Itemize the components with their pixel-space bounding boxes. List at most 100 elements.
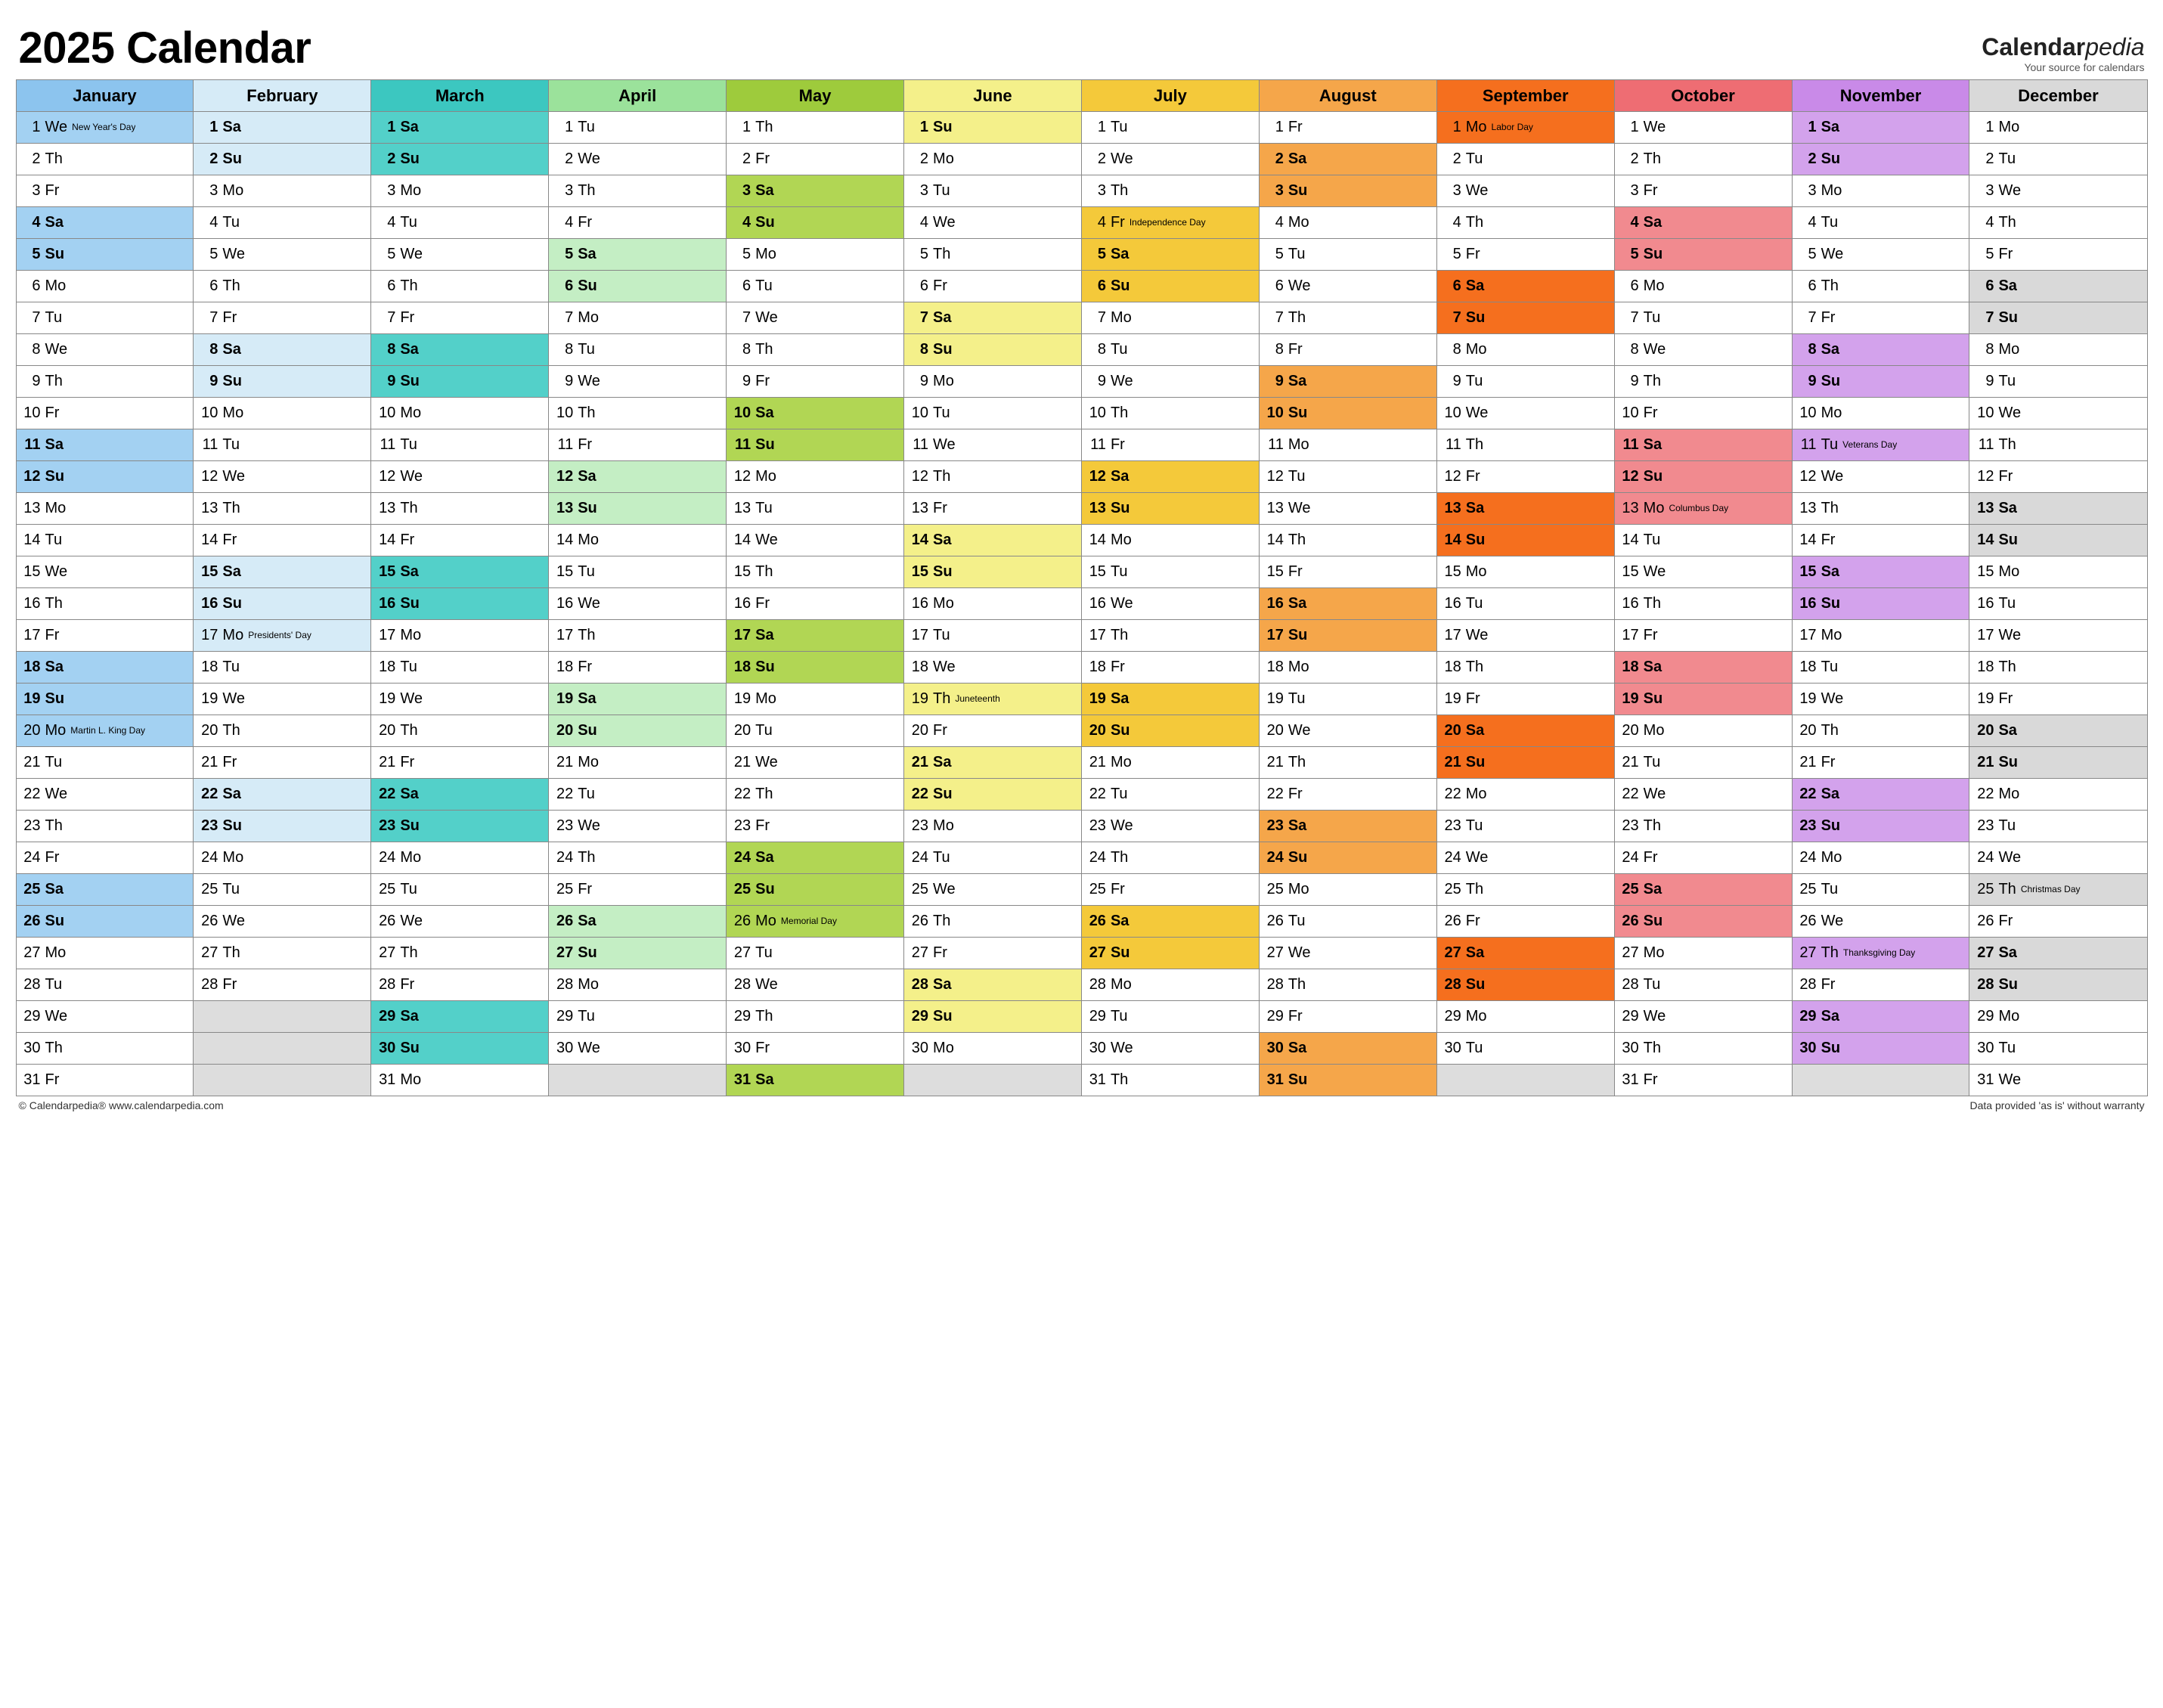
day-cell: 11 Tu [371, 429, 549, 461]
day-cell: 20Sa [1969, 715, 2147, 747]
day-number: 27 [376, 944, 395, 962]
day-number: 14 [1974, 532, 1994, 549]
day-cell: 1Tu [1081, 112, 1259, 144]
day-weekday: Fr [755, 150, 770, 168]
day-weekday: Mo [400, 182, 421, 200]
day-number: 11 [376, 436, 395, 454]
day-number: 15 [1974, 563, 1994, 581]
day-number: 6 [1974, 277, 1994, 295]
day-weekday: Th [755, 563, 773, 581]
month-header-january: January [16, 80, 194, 112]
day-cell: 5We [371, 239, 549, 271]
day-number: 2 [731, 150, 751, 168]
day-number: 11 [1797, 436, 1817, 454]
day-cell: 4Sa [1614, 207, 1792, 239]
day-weekday: Sa [1644, 881, 1662, 898]
day-cell: 5Su [16, 239, 194, 271]
day-weekday: Mo [1288, 214, 1309, 231]
day-number: 14 [376, 532, 395, 549]
day-weekday: Tu [578, 119, 595, 136]
day-weekday: Fr [1111, 881, 1125, 898]
day-weekday: Su [1821, 595, 1841, 612]
day-weekday: Su [222, 595, 242, 612]
day-number: 5 [1086, 246, 1106, 263]
day-weekday: Fr [1998, 913, 2013, 930]
day-cell: 19Su [1614, 684, 1792, 715]
day-weekday: We [755, 309, 778, 327]
day-number: 13 [1086, 500, 1106, 517]
day-number: 5 [909, 246, 928, 263]
day-cell [1792, 1065, 1969, 1096]
day-number: 17 [21, 627, 41, 644]
day-cell: 19We [194, 684, 371, 715]
day-weekday: Th [1644, 817, 1661, 835]
day-cell: 31Mo [371, 1065, 549, 1096]
day-weekday: Th [755, 786, 773, 803]
day-cell: 29Sa [1792, 1001, 1969, 1033]
day-weekday: Su [1466, 754, 1486, 771]
day-number: 4 [1442, 214, 1461, 231]
day-weekday: Mo [933, 373, 954, 390]
day-cell: 30We [549, 1033, 727, 1065]
day-cell: 16We [549, 588, 727, 620]
day-cell: 13Su [549, 493, 727, 525]
day-cell: 21Su [1969, 747, 2147, 779]
day-weekday: Fr [578, 659, 592, 676]
day-number: 1 [1619, 119, 1639, 136]
day-weekday: Tu [400, 436, 417, 454]
day-weekday: We [578, 817, 600, 835]
day-cell: 9Fr [727, 366, 904, 398]
day-number: 2 [553, 150, 573, 168]
day-cell: 29Mo [1436, 1001, 1614, 1033]
day-number: 16 [1442, 595, 1461, 612]
day-weekday: Sa [1466, 722, 1484, 739]
day-cell: 29We [1614, 1001, 1792, 1033]
day-number: 11 [1974, 436, 1994, 454]
day-cell: 19ThJuneteenth [904, 684, 1082, 715]
day-number: 29 [553, 1008, 573, 1025]
day-cell: 15Tu [1081, 556, 1259, 588]
day-cell: 25Tu [194, 874, 371, 906]
day-weekday: We [400, 690, 423, 708]
day-weekday: Su [1466, 309, 1486, 327]
day-weekday: Su [755, 214, 775, 231]
day-weekday: Su [1821, 817, 1841, 835]
day-cell: 28Su [1436, 969, 1614, 1001]
day-cell: 11Fr [549, 429, 727, 461]
day-weekday: Tu [933, 849, 950, 866]
day-weekday: Su [1998, 754, 2018, 771]
day-weekday: Mo [755, 913, 776, 930]
day-weekday: Fr [400, 754, 414, 771]
day-cell: 6Mo [1614, 271, 1792, 302]
day-cell: 28Mo [549, 969, 727, 1001]
day-number: 11 [731, 436, 751, 454]
day-number: 12 [21, 468, 41, 485]
day-number: 18 [1619, 659, 1639, 676]
day-cell: 22Mo [1436, 779, 1614, 811]
day-cell: 6Th [194, 271, 371, 302]
day-number: 19 [1974, 690, 1994, 708]
day-cell: 15Mo [1969, 556, 2147, 588]
day-weekday: Tu [1644, 532, 1661, 549]
day-number: 7 [553, 309, 573, 327]
day-weekday: Sa [1111, 246, 1129, 263]
day-weekday: We [222, 246, 245, 263]
day-weekday: Th [1998, 214, 2016, 231]
day-weekday: Sa [1998, 722, 2016, 739]
day-cell: 1Th [727, 112, 904, 144]
day-weekday: Su [45, 468, 65, 485]
day-number: 4 [1797, 214, 1817, 231]
day-number: 2 [1442, 150, 1461, 168]
day-cell: 26Sa [549, 906, 727, 938]
day-weekday: Mo [933, 1040, 954, 1057]
day-weekday: Su [1111, 277, 1130, 295]
day-cell: 24Th [549, 842, 727, 874]
day-number: 24 [1264, 849, 1284, 866]
day-number: 1 [1086, 119, 1106, 136]
day-weekday: Fr [1998, 246, 2013, 263]
day-number: 21 [21, 754, 41, 771]
day-weekday: Mo [933, 595, 954, 612]
day-cell: 19Fr [1969, 684, 2147, 715]
day-weekday: Sa [1288, 373, 1306, 390]
day-weekday: We [933, 214, 956, 231]
